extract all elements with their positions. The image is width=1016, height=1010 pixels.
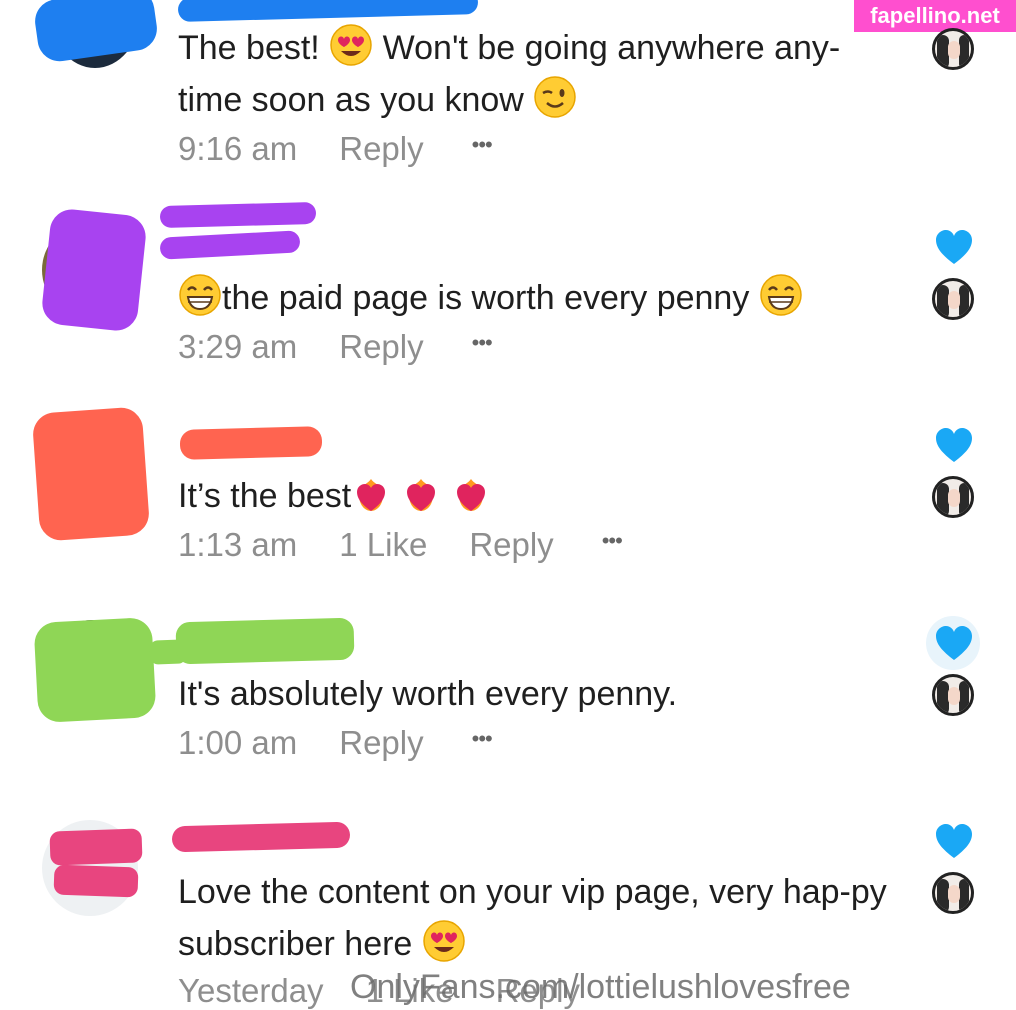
timestamp: 1:00 am xyxy=(178,724,298,761)
comment-text: It’s the best xyxy=(178,470,888,522)
reply-button[interactable]: Reply xyxy=(469,526,553,564)
heart-icon[interactable] xyxy=(934,426,974,466)
heart-eyes-emoji xyxy=(423,920,465,962)
comment-meta: 3:29 am Reply ••• xyxy=(178,328,493,366)
redacted-username xyxy=(171,821,351,853)
heart-eyes-emoji xyxy=(330,24,372,66)
comment-meta: 1:00 am Reply ••• xyxy=(178,724,493,762)
comment-text: Love the content on your vip page, very … xyxy=(178,873,887,963)
timestamp: 1:13 am xyxy=(178,526,298,563)
more-options-button[interactable]: ••• xyxy=(472,132,493,158)
comment-text: The best! Won't be going anywhere any-ti… xyxy=(178,22,888,126)
author-avatar xyxy=(932,872,974,914)
timestamp: 3:29 am xyxy=(178,328,298,365)
more-options-button[interactable]: ••• xyxy=(472,726,493,752)
redacted-username xyxy=(159,230,301,260)
author-avatar xyxy=(932,674,974,716)
author-avatar xyxy=(932,278,974,320)
heart-on-fire-emoji xyxy=(357,479,386,511)
redaction-scribble xyxy=(40,207,148,333)
wink-emoji xyxy=(534,76,577,118)
redaction-scribble xyxy=(32,0,160,65)
more-options-button[interactable]: ••• xyxy=(472,330,493,356)
timestamp: Yesterday xyxy=(178,972,324,1009)
redacted-username xyxy=(179,426,323,460)
author-avatar xyxy=(932,28,974,70)
heart-icon[interactable] xyxy=(934,822,974,862)
comment-text: It's absolutely worth every penny. xyxy=(178,675,678,713)
heart-on-fire-emoji xyxy=(407,479,436,511)
more-options-button[interactable]: ••• xyxy=(602,528,623,554)
overlay-watermark-text: OnlyFans.com/lottielushlovesfree xyxy=(350,968,851,1006)
redaction-scribble xyxy=(31,406,151,542)
redaction-scribble xyxy=(49,828,143,866)
comment-text: the paid page is worth every penny xyxy=(178,272,888,324)
redacted-username xyxy=(159,201,317,229)
heart-icon[interactable] xyxy=(934,624,974,664)
grin-emoji xyxy=(760,274,802,316)
redaction-scribble xyxy=(33,616,157,724)
comment-meta: 9:16 am Reply ••• xyxy=(178,130,493,168)
reply-button[interactable]: Reply xyxy=(339,328,423,366)
author-avatar xyxy=(932,476,974,518)
redacted-username xyxy=(177,0,479,22)
reply-button[interactable]: Reply xyxy=(339,130,423,168)
heart-icon[interactable] xyxy=(934,228,974,268)
redacted-username xyxy=(175,617,355,665)
comment-meta: 1:13 am 1 Like Reply ••• xyxy=(178,526,623,564)
grin-emoji xyxy=(179,274,221,316)
heart-on-fire-emoji xyxy=(457,479,486,511)
timestamp: 9:16 am xyxy=(178,130,298,167)
reply-button[interactable]: Reply xyxy=(339,724,423,762)
like-count[interactable]: 1 Like xyxy=(339,526,427,564)
redaction-scribble xyxy=(53,864,139,898)
